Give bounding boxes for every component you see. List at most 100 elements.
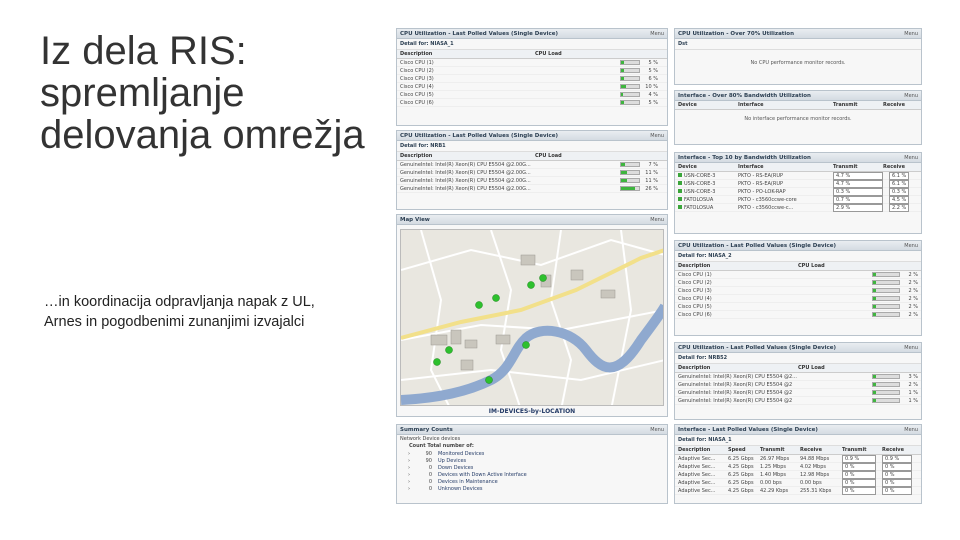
summary-label[interactable]: Devices in Maintenance [438, 479, 498, 485]
table-row[interactable]: USN-CORE-3 PKTO - RS-EA(RUP 4.7 % 6.1 % [675, 179, 921, 188]
interface-name[interactable]: PKTO - c3560ccwe-core [738, 197, 833, 203]
interface-name[interactable]: PKTO - PO-LOK-RAP [738, 189, 833, 195]
table-row[interactable]: GenuineIntel: Intel(R) Xeon(R) CPU E5504… [397, 185, 667, 193]
summary-label[interactable]: Down Devices [438, 465, 473, 471]
table-row[interactable]: Cisco CPU (2) 5 % [397, 67, 667, 75]
summary-row[interactable]: › 0 Unknown Devices [397, 485, 667, 492]
panel-menu-button[interactable]: Menu [904, 345, 918, 351]
col-interface[interactable]: Interface [738, 164, 833, 170]
table-row[interactable]: Cisco CPU (5) 2 % [675, 303, 921, 311]
panel-menu-button[interactable]: Menu [650, 427, 664, 433]
col-transmit[interactable]: Transmit [760, 447, 800, 453]
interface-description[interactable]: Adaptive Sec... [678, 480, 728, 486]
summary-label[interactable]: Unknown Devices [438, 486, 483, 492]
table-row[interactable]: Cisco CPU (4) 10 % [397, 83, 667, 91]
table-row[interactable]: GenuineIntel: Intel(R) Xeon(R) CPU E5504… [675, 381, 921, 389]
panel-menu-button[interactable]: Menu [904, 155, 918, 161]
col-cpu-load[interactable]: CPU Load [798, 263, 825, 269]
expand-icon[interactable]: › [400, 486, 418, 492]
summary-row[interactable]: › 0 Down Devices [397, 464, 667, 471]
expand-icon[interactable]: › [400, 465, 418, 471]
table-row[interactable]: GenuineIntel: Intel(R) Xeon(R) CPU E5504… [675, 389, 921, 397]
table-row[interactable]: Cisco CPU (5) 4 % [397, 91, 667, 99]
panel-menu-button[interactable]: Menu [904, 93, 918, 99]
map-caption[interactable]: IM-DEVICES-by-LOCATION [397, 408, 667, 415]
col-description[interactable]: Description [678, 365, 798, 371]
device-cell[interactable]: FATOLOSUA [678, 205, 738, 211]
table-row[interactable]: GenuineIntel: Intel(R) Xeon(R) CPU E5504… [397, 161, 667, 169]
table-row[interactable]: GenuineIntel: Intel(R) Xeon(R) CPU E5504… [675, 397, 921, 405]
col-receive[interactable]: Receive [800, 447, 842, 453]
table-row[interactable]: Cisco CPU (1) 5 % [397, 59, 667, 67]
summary-row[interactable]: › 90 Up Devices [397, 457, 667, 464]
panel-menu-button[interactable]: Menu [650, 133, 664, 139]
device-cell[interactable]: FATOLOSUA [678, 197, 738, 203]
col-transmit-pct[interactable]: Transmit [842, 447, 882, 453]
col-description[interactable]: Description [400, 51, 535, 57]
panel-menu-button[interactable]: Menu [650, 31, 664, 37]
expand-icon[interactable]: › [400, 479, 418, 485]
col-device[interactable]: Device [678, 164, 738, 170]
col-transmit[interactable]: Transmit [833, 102, 883, 108]
table-row[interactable]: Cisco CPU (2) 2 % [675, 279, 921, 287]
panel-menu-button[interactable]: Menu [904, 427, 918, 433]
table-row[interactable]: Cisco CPU (3) 2 % [675, 287, 921, 295]
table-row[interactable]: Cisco CPU (4) 2 % [675, 295, 921, 303]
device-marker[interactable] [522, 341, 530, 349]
panel-menu-button[interactable]: Menu [904, 31, 918, 37]
col-transmit[interactable]: Transmit [833, 164, 883, 170]
device-cell[interactable]: USN-CORE-3 [678, 181, 738, 187]
col-receive[interactable]: Receive [883, 164, 905, 170]
table-row[interactable]: Adaptive Sec... 4.25 Gbps 42.29 Kbps 255.31… [675, 486, 921, 495]
device-marker[interactable] [433, 358, 441, 366]
interface-name[interactable]: PKTO - RS-EA(RUP [738, 181, 833, 187]
col-interface[interactable]: Interface [738, 102, 833, 108]
col-cpu-load[interactable]: CPU Load [535, 51, 562, 57]
col-receive-pct[interactable]: Receive [882, 447, 904, 453]
summary-row[interactable]: › 0 Devices with Down Active Interface [397, 471, 667, 478]
table-row[interactable]: GenuineIntel: Intel(R) Xeon(R) CPU E5504… [397, 169, 667, 177]
table-row[interactable]: Cisco CPU (1) 2 % [675, 271, 921, 279]
table-row[interactable]: Cisco CPU (3) 6 % [397, 75, 667, 83]
table-row[interactable]: USN-CORE-3 PKTO - RS-EA(RUP 4.7 % 6.1 % [675, 171, 921, 180]
col-description[interactable]: Description [678, 447, 728, 453]
table-row[interactable]: FATOLOSUA PKTO - c3560ccwe-core 0.7 % 4.5 % [675, 195, 921, 204]
table-row[interactable]: GenuineIntel: Intel(R) Xeon(R) CPU E5504… [397, 177, 667, 185]
table-row[interactable]: USN-CORE-3 PKTO - PO-LOK-RAP 0.3 % 0.3 % [675, 187, 921, 196]
col-speed[interactable]: Speed [728, 447, 760, 453]
panel-menu-button[interactable]: Menu [904, 243, 918, 249]
device-marker[interactable] [527, 281, 535, 289]
col-description[interactable]: Description [678, 263, 798, 269]
col-description[interactable]: Description [400, 153, 535, 159]
summary-row[interactable]: › 0 Devices in Maintenance [397, 478, 667, 485]
summary-label[interactable]: Devices with Down Active Interface [438, 472, 527, 478]
device-marker[interactable] [539, 274, 547, 282]
panel-menu-button[interactable]: Menu [650, 217, 664, 223]
interface-name[interactable]: PKTO - RS-EA(RUP [738, 173, 833, 179]
table-row[interactable]: GenuineIntel: Intel(R) Xeon(R) CPU E5504… [675, 373, 921, 381]
expand-icon[interactable]: › [400, 458, 418, 464]
summary-label[interactable]: Monitored Devices [438, 451, 484, 457]
table-row[interactable]: Cisco CPU (6) 2 % [675, 311, 921, 319]
expand-icon[interactable]: › [400, 472, 418, 478]
map-canvas[interactable] [400, 229, 664, 406]
interface-description[interactable]: Adaptive Sec... [678, 472, 728, 478]
table-row[interactable]: Cisco CPU (6) 5 % [397, 99, 667, 107]
device-cell[interactable]: USN-CORE-3 [678, 173, 738, 179]
col-cpu-load[interactable]: CPU Load [798, 365, 825, 371]
device-cell[interactable]: USN-CORE-3 [678, 189, 738, 195]
device-marker[interactable] [485, 376, 493, 384]
expand-icon[interactable]: › [400, 451, 418, 457]
summary-row[interactable]: › 90 Monitored Devices [397, 450, 667, 457]
device-marker[interactable] [475, 301, 483, 309]
interface-name[interactable]: PKTO - c3560ccwe-c... [738, 205, 833, 211]
col-device[interactable]: Device [678, 102, 738, 108]
device-marker[interactable] [445, 346, 453, 354]
table-row[interactable]: FATOLOSUA PKTO - c3560ccwe-c... 2.9 % 2.2 % [675, 203, 921, 212]
summary-label[interactable]: Up Devices [438, 458, 466, 464]
device-marker[interactable] [492, 294, 500, 302]
col-cpu-load[interactable]: CPU Load [535, 153, 562, 159]
interface-description[interactable]: Adaptive Sec... [678, 456, 728, 462]
interface-description[interactable]: Adaptive Sec... [678, 488, 728, 494]
interface-description[interactable]: Adaptive Sec... [678, 464, 728, 470]
